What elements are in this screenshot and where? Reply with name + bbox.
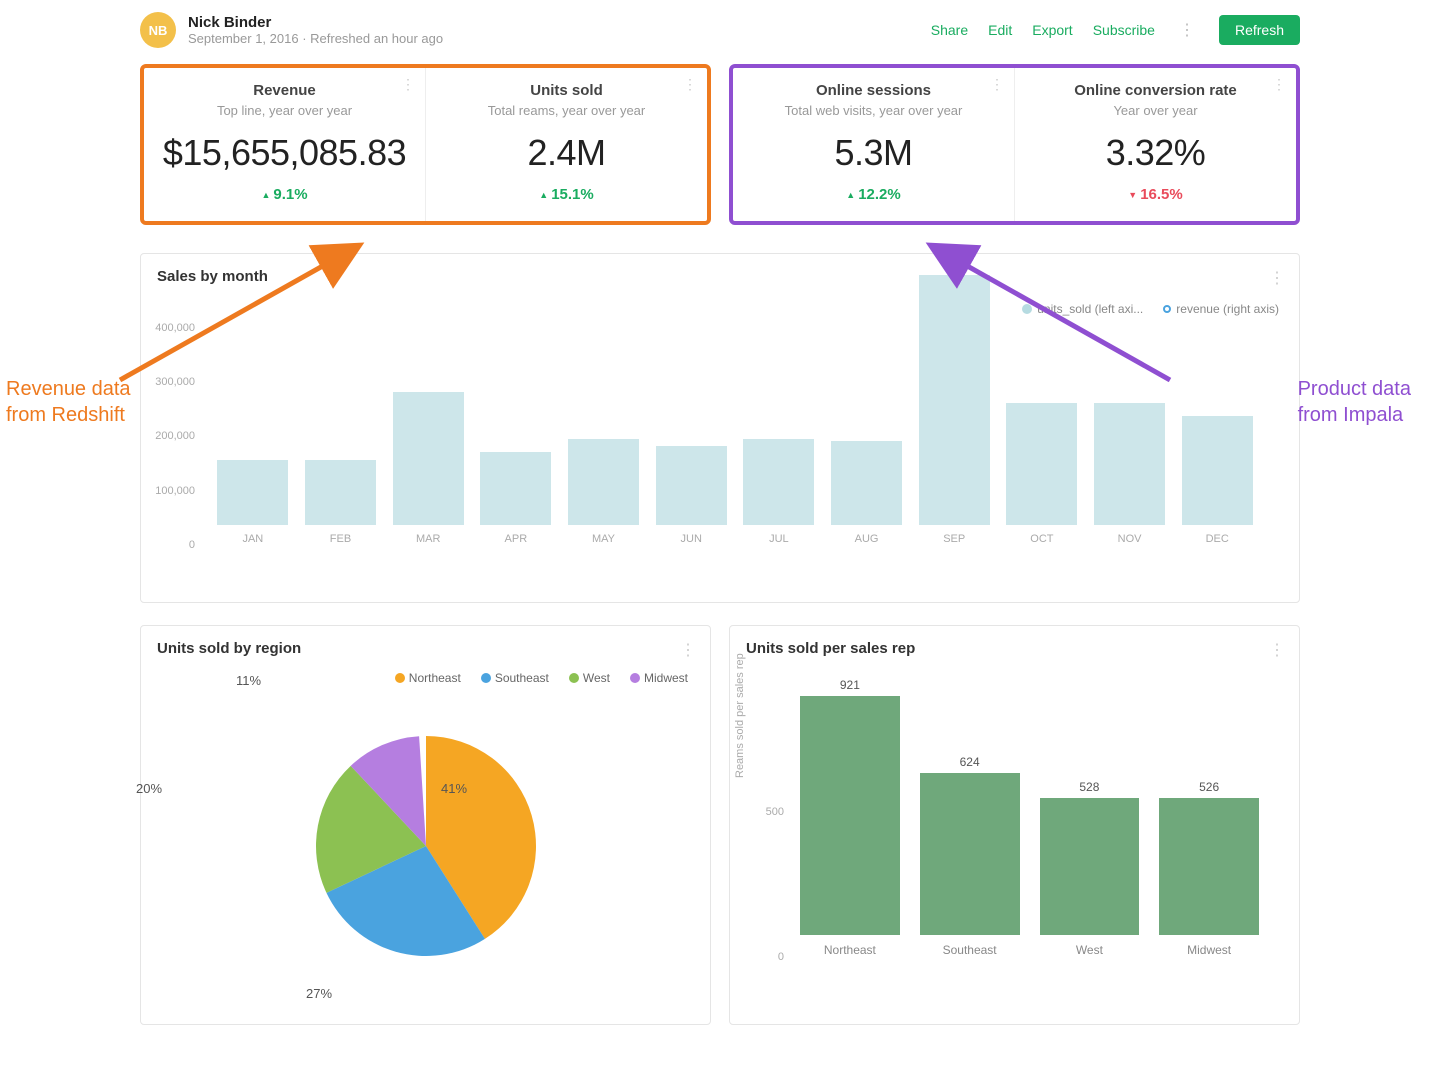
pie-legend-item: Southeast — [481, 671, 549, 685]
bar-col: MAR — [386, 392, 470, 545]
rep-bar-col: 528West — [1040, 798, 1140, 957]
y-axis: 0500 — [730, 667, 790, 957]
units-per-rep-panel: Units sold per sales rep ⋮ Reams sold pe… — [729, 625, 1300, 1025]
edit-link[interactable]: Edit — [988, 22, 1012, 38]
kpi-change: 9.1% — [154, 186, 415, 203]
kpi-title: Online sessions — [743, 82, 1004, 99]
kpi-value: 3.32% — [1025, 132, 1286, 174]
panel-title: Sales by month — [141, 254, 1299, 295]
more-icon[interactable]: ⋮ — [683, 76, 697, 93]
bar-col: SEP — [912, 275, 996, 545]
more-icon[interactable]: ⋮ — [1269, 268, 1285, 288]
dashboard-header: NB Nick Binder September 1, 2016 · Refre… — [140, 8, 1300, 64]
kpi-title: Online conversion rate — [1025, 82, 1286, 99]
annotation-impala: Product datafrom Impala — [1298, 376, 1411, 428]
share-link[interactable]: Share — [931, 22, 968, 38]
more-icon[interactable]: ⋮ — [1175, 20, 1199, 40]
bar-col: DEC — [1175, 416, 1259, 545]
header-meta: Nick Binder September 1, 2016 · Refreshe… — [188, 14, 919, 46]
kpi-subtitle: Top line, year over year — [154, 103, 415, 118]
more-icon[interactable]: ⋮ — [990, 76, 1004, 93]
bar-col: APR — [474, 452, 558, 545]
rep-bar-col: 624Southeast — [920, 773, 1020, 957]
header-actions: Share Edit Export Subscribe ⋮ Refresh — [931, 15, 1300, 45]
more-icon[interactable]: ⋮ — [680, 640, 696, 660]
pie-svg — [291, 711, 561, 981]
rep-bar-chart[interactable]: Reams sold per sales rep 0500 921Northea… — [730, 667, 1299, 957]
kpi-card-revenue: ⋮ Revenue Top line, year over year $15,6… — [144, 68, 426, 221]
kpi-value: $15,655,085.83 — [154, 132, 415, 174]
bar-col: MAY — [562, 439, 646, 545]
pie-chart[interactable]: 41%27%20%11% — [141, 691, 710, 1001]
pie-legend-item: Midwest — [630, 671, 688, 685]
kpi-change: 12.2% — [743, 186, 1004, 203]
rep-bar-col: 526Midwest — [1159, 798, 1259, 957]
kpi-title: Units sold — [436, 82, 697, 99]
panel-title: Units sold by region — [141, 626, 710, 667]
kpi-title: Revenue — [154, 82, 415, 99]
kpi-subtitle: Total reams, year over year — [436, 103, 697, 118]
pie-slice-label: 11% — [236, 673, 261, 688]
sales-by-month-panel: Sales by month ⋮ units_sold (left axi...… — [140, 253, 1300, 603]
annotation-redshift: Revenue datafrom Redshift — [6, 376, 131, 428]
header-subtitle: September 1, 2016 · Refreshed an hour ag… — [188, 31, 919, 46]
kpi-value: 5.3M — [743, 132, 1004, 174]
avatar: NB — [140, 12, 176, 48]
kpi-card-units-sold: ⋮ Units sold Total reams, year over year… — [426, 68, 707, 221]
kpi-row: ⋮ Revenue Top line, year over year $15,6… — [140, 64, 1300, 225]
kpi-subtitle: Total web visits, year over year — [743, 103, 1004, 118]
bar-col: JAN — [211, 460, 295, 545]
sales-bar-chart[interactable]: 0100,000200,000300,000400,000 JANFEBMARA… — [141, 295, 1299, 545]
pie-legend-item: Northeast — [395, 671, 461, 685]
bar-col: FEB — [299, 460, 383, 545]
kpi-change: 16.5% — [1025, 186, 1286, 203]
bar-col: OCT — [1000, 403, 1084, 545]
kpi-change: 15.1% — [436, 186, 697, 203]
kpi-card-conversion-rate: ⋮ Online conversion rate Year over year … — [1015, 68, 1296, 221]
bar-col: JUN — [649, 446, 733, 545]
bar-col: NOV — [1088, 403, 1172, 545]
panel-title: Units sold per sales rep — [730, 626, 1299, 667]
more-icon[interactable]: ⋮ — [1272, 76, 1286, 93]
y-axis: 0100,000200,000300,000400,000 — [141, 295, 201, 545]
pie-slice-label: 27% — [306, 986, 332, 1001]
bar-col: AUG — [825, 441, 909, 545]
pie-legend-item: West — [569, 671, 610, 685]
export-link[interactable]: Export — [1032, 22, 1072, 38]
bar-col: JUL — [737, 439, 821, 545]
kpi-card-online-sessions: ⋮ Online sessions Total web visits, year… — [733, 68, 1015, 221]
kpi-group-redshift: ⋮ Revenue Top line, year over year $15,6… — [140, 64, 711, 225]
kpi-group-impala: ⋮ Online sessions Total web visits, year… — [729, 64, 1300, 225]
rep-bar-col: 921Northeast — [800, 696, 900, 957]
more-icon[interactable]: ⋮ — [1269, 640, 1285, 660]
subscribe-link[interactable]: Subscribe — [1093, 22, 1155, 38]
pie-legend: Northeast Southeast West Midwest — [141, 667, 710, 691]
kpi-value: 2.4M — [436, 132, 697, 174]
username: Nick Binder — [188, 14, 919, 31]
kpi-subtitle: Year over year — [1025, 103, 1286, 118]
units-by-region-panel: Units sold by region ⋮ Northeast Southeas… — [140, 625, 711, 1025]
more-icon[interactable]: ⋮ — [401, 76, 415, 93]
pie-slice-label: 20% — [136, 781, 162, 796]
pie-slice-label: 41% — [441, 781, 467, 796]
refresh-button[interactable]: Refresh — [1219, 15, 1300, 45]
